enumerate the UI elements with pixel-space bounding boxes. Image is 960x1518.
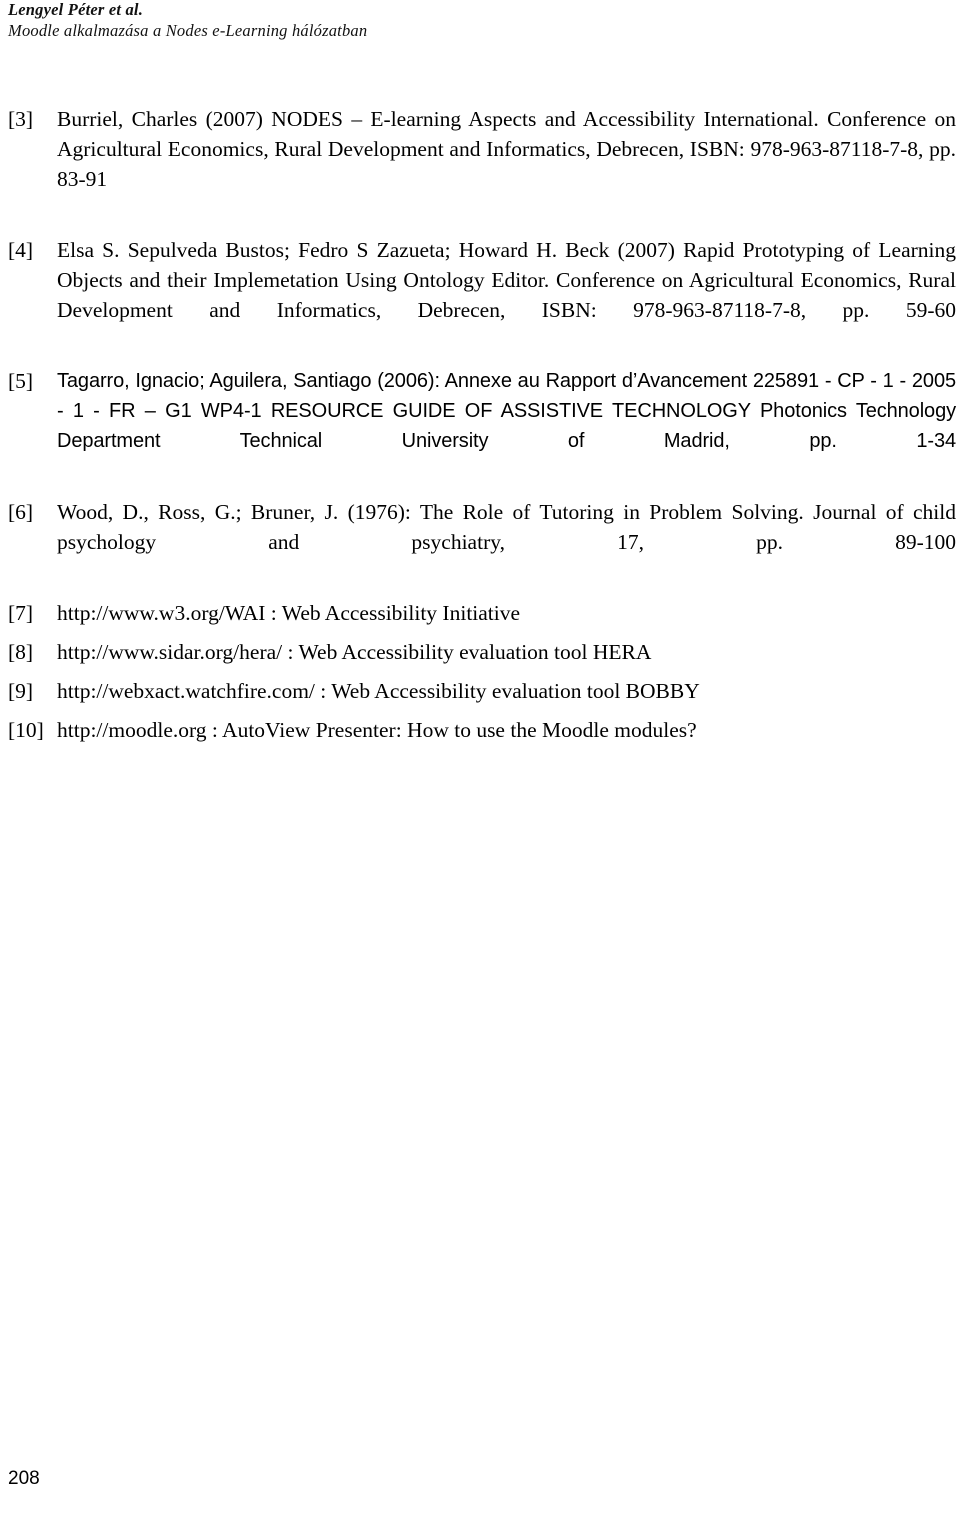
reference-text: Elsa S. Sepulveda Bustos; Fedro S Zazuet… (57, 238, 956, 322)
reference-text: http://moodle.org : AutoView Presenter: … (57, 718, 697, 742)
reference-marker: [5] (8, 369, 34, 393)
reference-text: http://www.w3.org/WAI : Web Accessibilit… (57, 601, 521, 625)
page-number: 208 (8, 1468, 40, 1489)
reference-text: Tagarro, Ignacio; Aguilera, Santiago (20… (57, 370, 956, 452)
header-author-line: Lengyel Péter et al. (8, 0, 144, 19)
header-title-line: Moodle alkalmazása a Nodes e-Learning há… (8, 21, 368, 40)
reference-marker: [7] (8, 601, 34, 625)
reference-entry-5: [5] Tagarro, Ignacio; Aguilera, Santiago… (8, 366, 956, 486)
reference-entry-7: [7] http://www.w3.org/WAI : Web Accessib… (8, 598, 956, 628)
reference-text: Burriel, Charles (2007) NODES – E-learni… (57, 107, 956, 191)
reference-entry-10: [10] http://moodle.org : AutoView Presen… (8, 715, 956, 745)
reference-marker: [4] (8, 238, 34, 262)
reference-text: http://www.sidar.org/hera/ : Web Accessi… (57, 640, 652, 664)
reference-marker: [10] (8, 718, 44, 742)
reference-entry-3: [3] Burriel, Charles (2007) NODES – E-le… (8, 104, 956, 224)
reference-list: [3] Burriel, Charles (2007) NODES – E-le… (8, 104, 956, 754)
reference-marker: [8] (8, 640, 34, 664)
reference-marker: [6] (8, 500, 34, 524)
reference-entry-6: [6] Wood, D., Ross, G.; Bruner, J. (1976… (8, 497, 956, 587)
reference-marker: [3] (8, 107, 34, 131)
reference-entry-8: [8] http://www.sidar.org/hera/ : Web Acc… (8, 637, 956, 667)
reference-entry-9: [9] http://webxact.watchfire.com/ : Web … (8, 676, 956, 706)
document-page: Lengyel Péter et al. Moodle alkalmazása … (0, 0, 960, 1518)
reference-text: http://webxact.watchfire.com/ : Web Acce… (57, 679, 700, 703)
reference-text: Wood, D., Ross, G.; Bruner, J. (1976): T… (57, 500, 956, 554)
running-header: Lengyel Péter et al. Moodle alkalmazása … (8, 0, 908, 42)
reference-marker: [9] (8, 679, 34, 703)
reference-entry-4: [4] Elsa S. Sepulveda Bustos; Fedro S Za… (8, 235, 956, 355)
